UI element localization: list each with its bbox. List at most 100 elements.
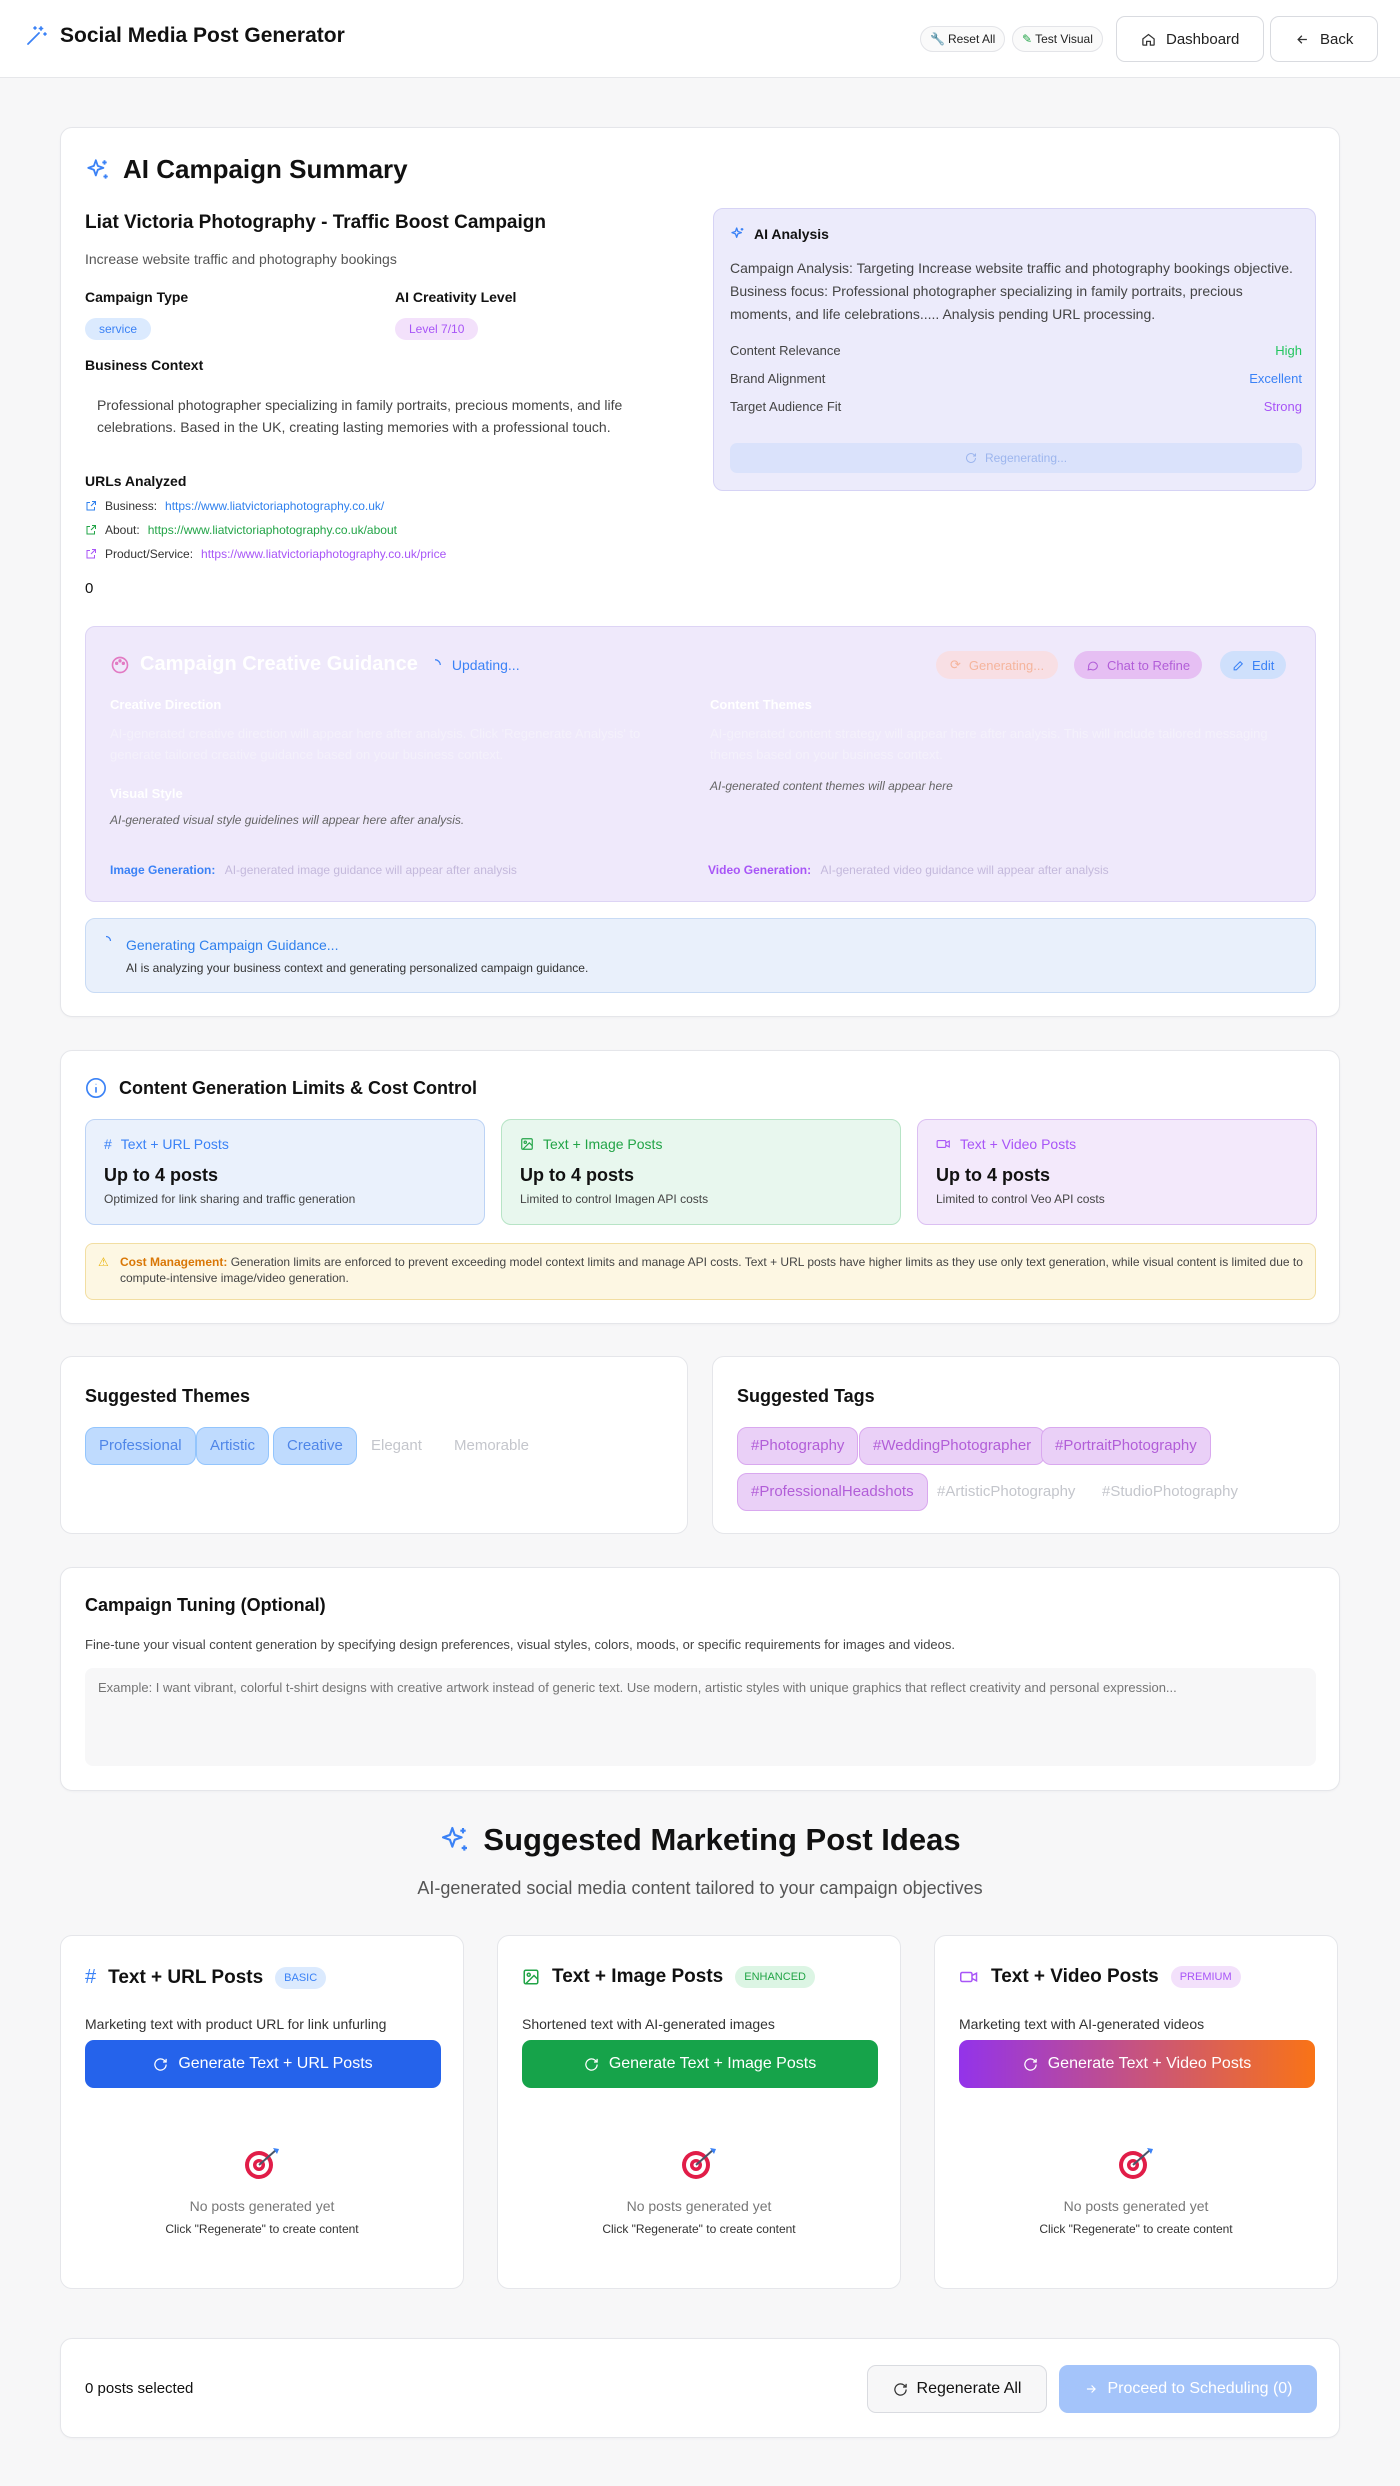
tier-badge: PREMIUM (1170, 1966, 1241, 1988)
dashboard-button[interactable]: Dashboard (1116, 16, 1265, 62)
post-column-header: Text + Video Posts PREMIUM (959, 1966, 1241, 1988)
reset-all-button[interactable]: 🔧 Reset All (920, 26, 1006, 52)
guidance-status-banner: Generating Campaign Guidance... AI is an… (85, 918, 1316, 993)
limit-card-image: Text + Image Posts Up to 4 posts Limited… (501, 1119, 901, 1225)
tier-badge: BASIC (275, 1966, 327, 1989)
limit-card-head-label: Text + URL Posts (120, 1136, 229, 1152)
limit-card-head: # Text + URL Posts (104, 1136, 466, 1152)
magic-wand-icon (24, 24, 48, 48)
generate-url-posts-button[interactable]: Generate Text + URL Posts (85, 2040, 441, 2088)
test-visual-label: Test Visual (1035, 32, 1093, 46)
refresh-icon (584, 2057, 599, 2072)
theme-chip[interactable]: Memorable (440, 1427, 543, 1465)
metric-brand-alignment: Brand Alignment Excellent (730, 371, 1302, 386)
campaign-objective: Increase website traffic and photography… (85, 251, 397, 267)
image-icon (522, 1968, 540, 1986)
content-themes-title: Content Themes (710, 697, 812, 712)
post-column-title: Text + Video Posts (991, 1966, 1159, 1987)
content-themes-text: AI-generated content strategy will appea… (710, 726, 1268, 762)
back-button[interactable]: Back (1270, 16, 1379, 62)
empty-state-hint: Click "Regenerate" to create content (165, 2222, 359, 2236)
url-label: About: (105, 523, 140, 537)
business-context-text: Professional photographer specializing i… (97, 397, 623, 435)
theme-chip[interactable]: Professional (85, 1427, 196, 1465)
business-url-link[interactable]: https://www.liatvictoriaphotography.co.u… (165, 499, 384, 513)
post-column-header: Text + Image Posts ENHANCED (522, 1966, 815, 1988)
brand: Social Media Post Generator (24, 24, 345, 48)
hash-icon: # (85, 1966, 97, 1988)
generate-image-posts-button[interactable]: Generate Text + Image Posts (522, 2040, 878, 2088)
video-generation-row: Video Generation: AI-generated video gui… (708, 863, 1109, 877)
guidance-header: Campaign Creative Guidance Updating... (110, 653, 520, 676)
tag-chip[interactable]: #ProfessionalHeadshots (737, 1473, 928, 1511)
theme-chip[interactable]: Creative (273, 1427, 357, 1465)
limit-card-head: Text + Video Posts (936, 1136, 1298, 1152)
metric-value: High (1275, 343, 1302, 358)
video-icon (936, 1137, 951, 1151)
cost-notice-text: Generation limits are enforced to preven… (120, 1255, 1303, 1285)
url-row-about: About: https://www.liatvictoriaphotograp… (85, 518, 446, 542)
about-url-link[interactable]: https://www.liatvictoriaphotography.co.u… (148, 523, 397, 537)
post-column-image: Text + Image Posts ENHANCED Shortened te… (497, 1935, 901, 2289)
summary-title: AI Campaign Summary (123, 154, 408, 184)
suggested-themes-card: Suggested Themes Professional Artistic C… (60, 1356, 688, 1534)
post-column-desc: Marketing text with product URL for link… (85, 2016, 387, 2032)
regenerate-all-button[interactable]: Regenerate All (867, 2365, 1047, 2413)
theme-chip[interactable]: Artistic (196, 1427, 269, 1465)
edit-guidance-button[interactable]: Edit (1220, 651, 1287, 679)
spinner-icon (428, 658, 442, 672)
creative-direction-text: AI-generated creative direction will app… (110, 726, 641, 762)
post-column-url: # Text + URL Posts BASIC Marketing text … (60, 1935, 464, 2289)
regenerating-button[interactable]: Regenerating... (730, 443, 1302, 473)
post-column-title: Text + URL Posts (108, 1966, 264, 1988)
regenerate-all-label: Regenerate All (916, 2380, 1022, 2397)
generate-button-label: Generate Text + URL Posts (178, 2055, 373, 2072)
campaign-type-badge: service (85, 318, 152, 340)
refresh-icon (893, 2382, 908, 2397)
url-list: Business: https://www.liatvictoriaphotog… (85, 494, 446, 566)
tag-chip[interactable]: #Photography (737, 1427, 859, 1465)
product-url-link[interactable]: https://www.liatvictoriaphotography.co.u… (201, 547, 446, 561)
tag-chip[interactable]: #ArtisticPhotography (923, 1473, 1089, 1511)
themes-title: Suggested Themes (85, 1386, 251, 1406)
updating-status: Updating... (451, 656, 520, 673)
ai-analysis-panel: AI Analysis Campaign Analysis: Targeting… (713, 208, 1316, 491)
tuning-textarea[interactable] (85, 1668, 1316, 1766)
arrow-right-icon (1084, 2382, 1098, 2396)
edit-icon (1232, 659, 1245, 672)
tuning-description: Fine-tune your visual content generation… (85, 1637, 955, 1652)
ai-analysis-header: AI Analysis (730, 226, 829, 242)
post-column-title: Text + Image Posts (552, 1966, 724, 1987)
creativity-label: AI Creativity Level (395, 289, 517, 305)
proceed-to-scheduling-button[interactable]: Proceed to Scheduling (0) (1059, 2365, 1317, 2413)
urls-analyzed-label: URLs Analyzed (85, 473, 187, 489)
image-generation-text: AI-generated image guidance will appear … (224, 863, 517, 877)
refresh-icon: ⟳ (950, 657, 961, 672)
selected-count: 0 posts selected (85, 2380, 194, 2397)
guidance-status-title: Generating Campaign Guidance... (126, 937, 339, 953)
info-icon (85, 1077, 107, 1099)
tag-chip[interactable]: #PortraitPhotography (1041, 1427, 1211, 1465)
generate-video-posts-button[interactable]: Generate Text + Video Posts (959, 2040, 1315, 2088)
external-link-icon (85, 548, 97, 560)
empty-state-title: No posts generated yet (189, 2198, 335, 2214)
sparkles-icon (730, 226, 746, 242)
sparkles-icon (439, 1824, 471, 1856)
limit-card-title: Up to 4 posts (936, 1165, 1051, 1185)
target-icon (242, 2146, 282, 2182)
tag-chip[interactable]: #StudioPhotography (1088, 1473, 1252, 1511)
chat-to-refine-button[interactable]: Chat to Refine (1074, 651, 1203, 679)
warning-icon: ⚠ (98, 1255, 109, 1269)
empty-state-hint: Click "Regenerate" to create content (602, 2222, 796, 2236)
external-link-icon (85, 500, 97, 512)
test-visual-button[interactable]: ✎ Test Visual (1012, 26, 1103, 52)
tag-chip[interactable]: #WeddingPhotographer (859, 1427, 1046, 1465)
generating-button[interactable]: ⟳ Generating... (936, 651, 1059, 679)
limit-card-video: Text + Video Posts Up to 4 posts Limited… (917, 1119, 1317, 1225)
sparkles-icon (85, 157, 111, 183)
theme-chip[interactable]: Elegant (357, 1427, 436, 1465)
limits-title: Content Generation Limits & Cost Control (119, 1077, 477, 1098)
visual-style-text: AI-generated visual style guidelines wil… (110, 813, 465, 827)
guidance-status-text: AI is analyzing your business context an… (126, 961, 589, 975)
suggested-tags-card: Suggested Tags #Photography #WeddingPhot… (712, 1356, 1340, 1534)
